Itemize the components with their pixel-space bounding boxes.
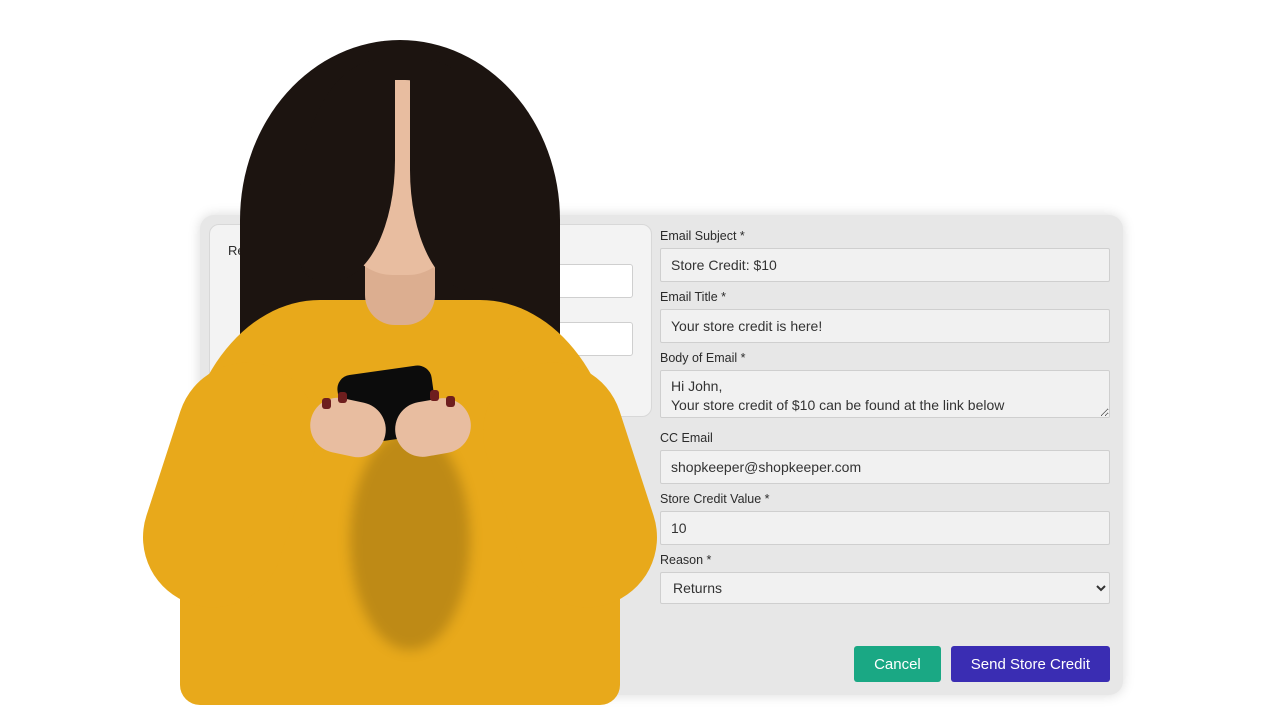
email-form: Email Subject * Email Title * Body of Em… [660, 229, 1110, 612]
recipient-card: Recipient Name [209, 224, 652, 417]
cc-email-input[interactable] [660, 450, 1110, 484]
send-store-credit-button[interactable]: Send Store Credit [951, 646, 1110, 682]
reason-select[interactable]: Returns [660, 572, 1110, 604]
cancel-button[interactable]: Cancel [854, 646, 941, 682]
button-row: Cancel Send Store Credit [854, 646, 1110, 682]
store-credit-value-input[interactable] [660, 511, 1110, 545]
email-body-textarea[interactable] [660, 370, 1110, 418]
recipient-secondary-input[interactable] [268, 322, 633, 356]
recipient-name-label: Recipient Name [228, 243, 633, 258]
store-credit-value-label: Store Credit Value * [660, 492, 1110, 506]
email-subject-label: Email Subject * [660, 229, 1110, 243]
store-credit-panel: Recipient Name Email Subject * Email Tit… [200, 215, 1123, 695]
reason-label: Reason * [660, 553, 1110, 567]
email-body-label: Body of Email * [660, 351, 1110, 365]
recipient-name-input[interactable] [268, 264, 633, 298]
cc-email-label: CC Email [660, 431, 1110, 445]
email-title-label: Email Title * [660, 290, 1110, 304]
email-title-input[interactable] [660, 309, 1110, 343]
email-subject-input[interactable] [660, 248, 1110, 282]
